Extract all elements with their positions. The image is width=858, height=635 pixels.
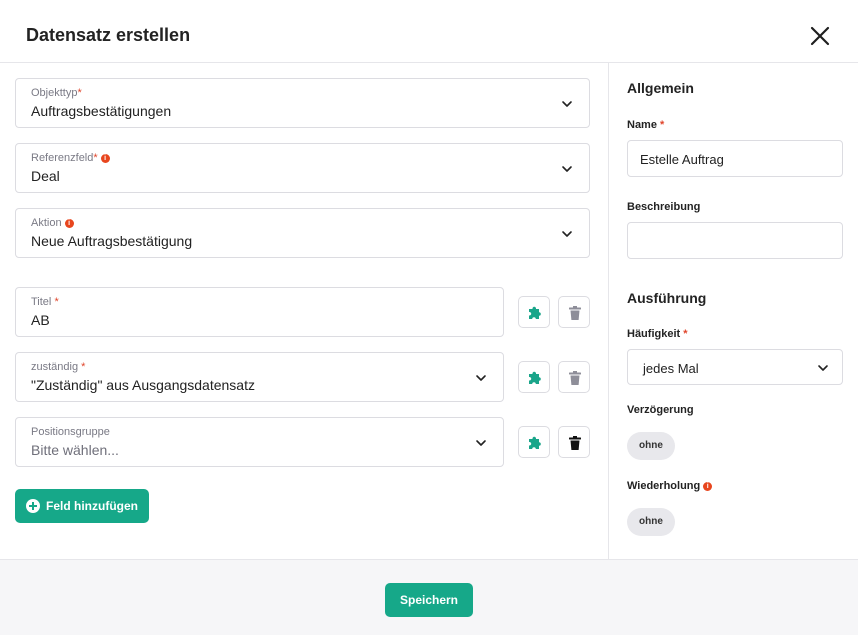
name-label: Name * bbox=[627, 119, 665, 131]
required-mark: * bbox=[683, 328, 688, 340]
positionsgruppe-select[interactable]: Positionsgruppe Bitte wählen... bbox=[15, 417, 504, 467]
add-field-label: Feld hinzufügen bbox=[46, 499, 138, 513]
description-label: Beschreibung bbox=[627, 201, 701, 213]
required-mark: * bbox=[77, 87, 82, 99]
positionsgruppe-placeholder: Bitte wählen... bbox=[31, 442, 119, 458]
save-button[interactable]: Speichern bbox=[385, 583, 473, 617]
plus-circle-icon bbox=[26, 499, 40, 513]
name-input[interactable]: Estelle Auftrag bbox=[627, 140, 843, 177]
zustaendig-select[interactable]: zuständig * "Zuständig" aus Ausgangsdate… bbox=[15, 352, 504, 402]
titel-variable-button[interactable] bbox=[518, 296, 550, 328]
delay-chip[interactable]: ohne bbox=[627, 432, 675, 460]
repeat-chip[interactable]: ohne bbox=[627, 508, 675, 536]
required-mark: * bbox=[660, 119, 665, 131]
puzzle-icon bbox=[529, 436, 541, 449]
aktion-label: Aktion i bbox=[31, 217, 74, 229]
puzzle-icon bbox=[529, 306, 541, 319]
trash-icon bbox=[569, 371, 581, 385]
frequency-value: jedes Mal bbox=[643, 361, 699, 376]
name-value: Estelle Auftrag bbox=[640, 152, 724, 167]
titel-label: Titel * bbox=[31, 296, 59, 308]
info-icon[interactable]: i bbox=[64, 219, 74, 228]
frequency-label: Häufigkeit * bbox=[627, 328, 688, 340]
chevron-down-icon bbox=[562, 101, 572, 107]
description-input[interactable] bbox=[627, 222, 843, 259]
aktion-value: Neue Auftragsbestätigung bbox=[31, 233, 193, 249]
add-field-button[interactable]: Feld hinzufügen bbox=[15, 489, 149, 523]
info-icon[interactable]: i bbox=[100, 154, 110, 163]
dialog-footer: Speichern bbox=[0, 559, 858, 635]
referenzfeld-select[interactable]: Referenzfeld* i Deal bbox=[15, 143, 590, 193]
close-icon[interactable] bbox=[809, 25, 831, 47]
chevron-down-icon bbox=[818, 365, 828, 371]
execution-section-title: Ausführung bbox=[627, 290, 707, 306]
objekttyp-label: Objekttyp* bbox=[31, 87, 82, 99]
aktion-select[interactable]: Aktion i Neue Auftragsbestätigung bbox=[15, 208, 590, 258]
required-mark: * bbox=[81, 361, 86, 373]
referenzfeld-value: Deal bbox=[31, 168, 60, 184]
objekttyp-value: Auftragsbestätigungen bbox=[31, 103, 172, 119]
puzzle-icon bbox=[529, 371, 541, 384]
dialog-header: Datensatz erstellen bbox=[0, 0, 858, 63]
delay-label: Verzögerung bbox=[627, 404, 694, 416]
info-icon[interactable]: i bbox=[703, 482, 713, 491]
positionsgruppe-variable-button[interactable] bbox=[518, 426, 550, 458]
general-section-title: Allgemein bbox=[627, 80, 694, 96]
required-mark: * bbox=[93, 152, 98, 164]
repeat-label: Wiederholung i bbox=[627, 480, 713, 492]
trash-icon bbox=[569, 436, 581, 450]
trash-icon bbox=[569, 306, 581, 320]
zustaendig-value: "Zuständig" aus Ausgangsdatensatz bbox=[31, 377, 255, 393]
positionsgruppe-delete-button[interactable] bbox=[558, 426, 590, 458]
chevron-down-icon bbox=[562, 166, 572, 172]
zustaendig-variable-button[interactable] bbox=[518, 361, 550, 393]
frequency-select[interactable]: jedes Mal bbox=[627, 349, 843, 385]
chevron-down-icon bbox=[562, 231, 572, 237]
titel-input[interactable]: Titel * AB bbox=[15, 287, 504, 337]
chevron-down-icon bbox=[476, 440, 486, 446]
zustaendig-delete-button[interactable] bbox=[558, 361, 590, 393]
objekttyp-select[interactable]: Objekttyp* Auftragsbestätigungen bbox=[15, 78, 590, 128]
chevron-down-icon bbox=[476, 375, 486, 381]
titel-value: AB bbox=[31, 312, 50, 328]
left-panel: Objekttyp* Auftragsbestätigungen Referen… bbox=[0, 63, 608, 559]
referenzfeld-label: Referenzfeld* i bbox=[31, 152, 110, 164]
dialog-title: Datensatz erstellen bbox=[26, 25, 191, 45]
right-panel: Allgemein Name * Estelle Auftrag Beschre… bbox=[608, 63, 858, 559]
zustaendig-label: zuständig * bbox=[31, 361, 86, 373]
titel-delete-button[interactable] bbox=[558, 296, 590, 328]
positionsgruppe-label: Positionsgruppe bbox=[31, 426, 110, 438]
required-mark: * bbox=[54, 296, 59, 308]
